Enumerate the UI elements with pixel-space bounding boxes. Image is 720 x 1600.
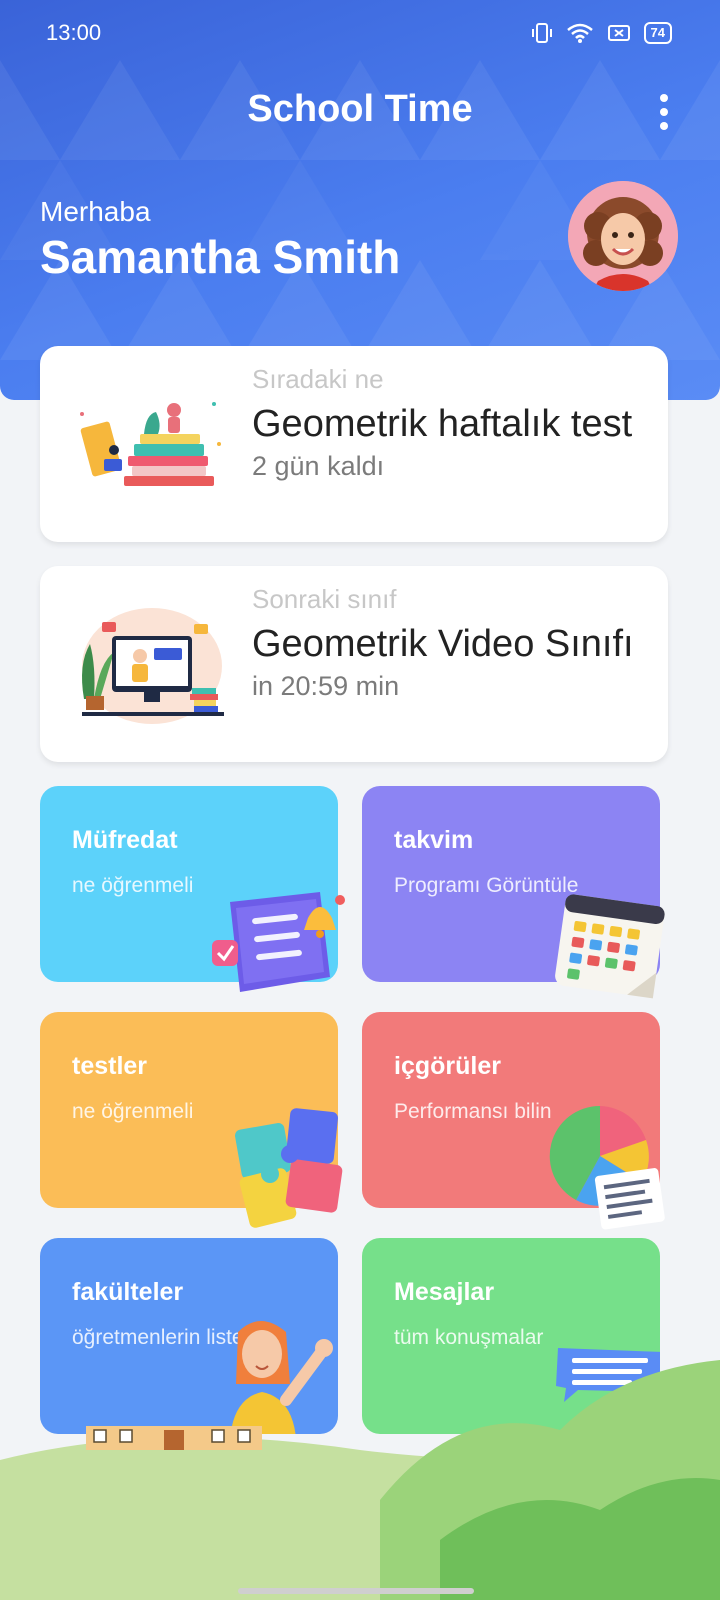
tile-curriculum[interactable]: Müfredat ne öğrenmeli [40, 786, 345, 992]
pie-chart-icon [549, 1105, 665, 1230]
card-subtitle: in 20:59 min [252, 671, 400, 701]
wifi-icon [566, 23, 593, 43]
tile-subtitle: Performansı bilin [394, 1100, 552, 1123]
card-subtitle: 2 gün kaldı [252, 451, 385, 481]
more-options-icon[interactable] [658, 94, 670, 130]
books-study-illustration [80, 402, 221, 486]
tile-subtitle: ne öğrenmeli [72, 1100, 194, 1123]
tile-title: testler [72, 1052, 148, 1080]
card-title: Geometrik Video Sınıfı [252, 623, 634, 665]
tile-subtitle: ne öğrenmeli [72, 874, 194, 897]
next-up-card[interactable]: Sıradaki ne Geometrik haftalık test 2 gü… [40, 346, 668, 542]
battery-indicator: 74 [643, 22, 672, 44]
sim-icon [607, 25, 630, 41]
hills-decoration [0, 1360, 720, 1600]
card-title: Geometrik haftalık test [252, 403, 633, 445]
app-title: School Time [247, 88, 473, 130]
curriculum-scroll-icon [212, 892, 345, 992]
home-indicator[interactable] [238, 1588, 474, 1594]
tile-title: takvim [394, 826, 474, 854]
card-kicker: Sonraki sınıf [252, 584, 397, 614]
next-class-card[interactable]: Sonraki sınıf Geometrik Video Sınıfı in … [40, 566, 668, 762]
next-class-text: Sonraki sınıf Geometrik Video Sınıfı in … [252, 584, 652, 702]
avatar-photo [568, 181, 678, 291]
status-time: 13:00 [46, 20, 102, 45]
tile-tests[interactable]: testler ne öğrenmeli [40, 1012, 343, 1228]
tile-title: fakülteler [72, 1278, 184, 1306]
vibrate-icon [531, 23, 552, 43]
tile-calendar[interactable]: takvim Programı Görüntüle [362, 786, 665, 999]
next-up-text: Sıradaki ne Geometrik haftalık test 2 gü… [252, 364, 652, 482]
school-building-icon [86, 1426, 262, 1450]
tile-insights[interactable]: içgörüler Performansı bilin [362, 1012, 665, 1230]
card-kicker: Sıradaki ne [252, 364, 384, 394]
status-icons: 74 [531, 22, 672, 44]
avatar[interactable] [568, 181, 678, 291]
tile-title: Müfredat [72, 826, 178, 854]
user-name: Samantha Smith [40, 231, 401, 283]
tile-title: Mesajlar [394, 1278, 495, 1306]
tile-title: içgörüler [394, 1052, 501, 1080]
greeting-text: Merhaba [40, 196, 151, 227]
video-class-illustration [82, 608, 224, 724]
puzzle-icon [234, 1108, 343, 1228]
calendar-icon [555, 894, 665, 999]
status-bar: 13:00 74 [0, 0, 720, 56]
